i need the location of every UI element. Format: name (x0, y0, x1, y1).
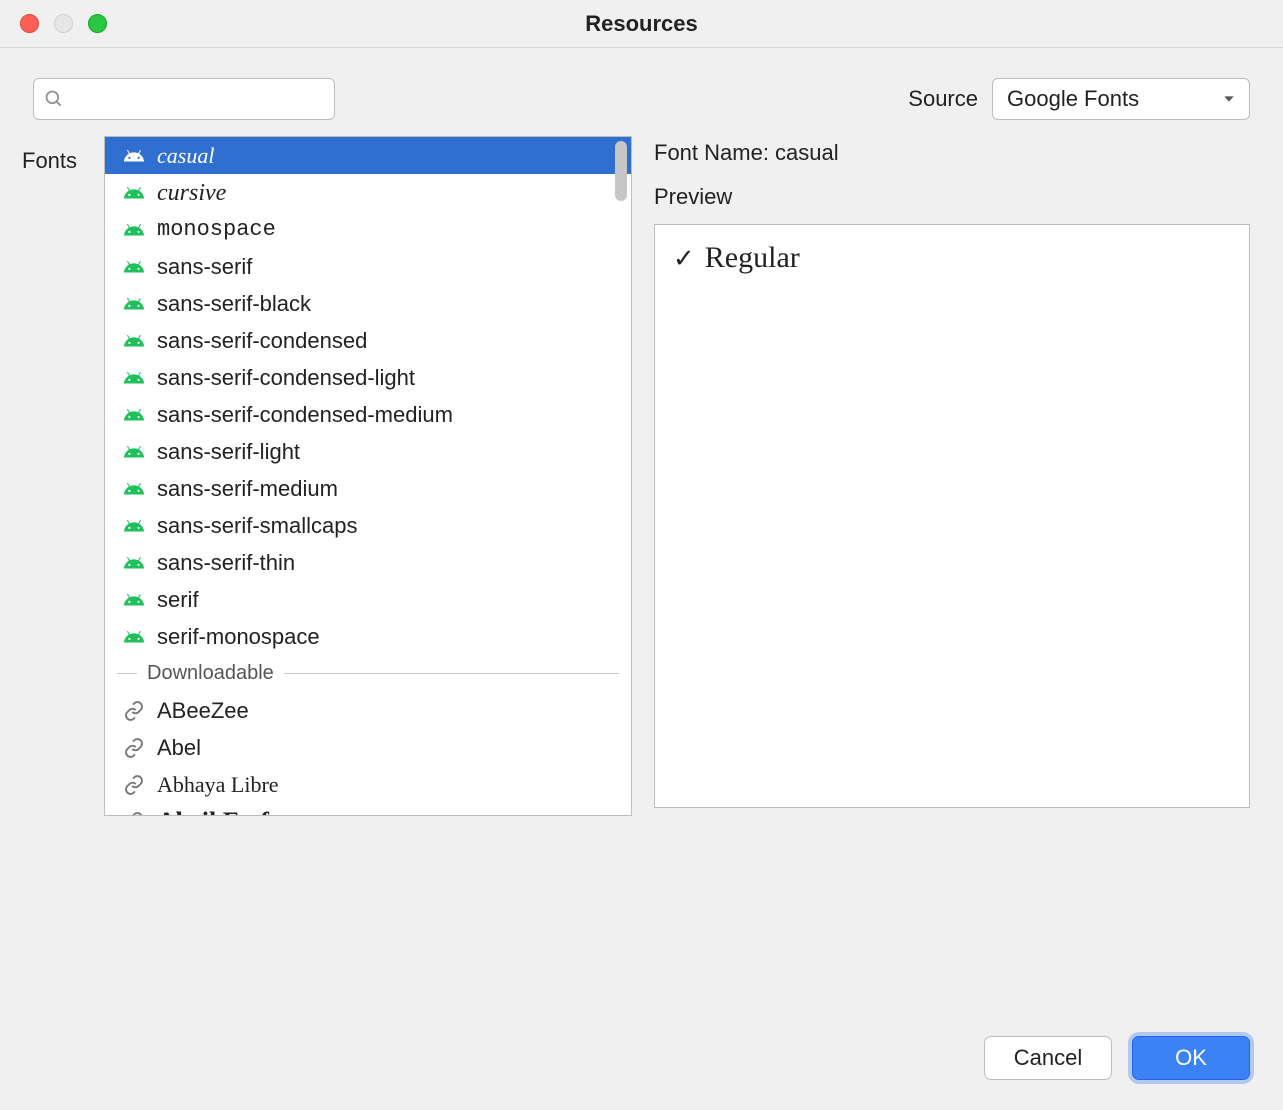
font-list: casual cursive monospace sans-serif sans-ser… (104, 136, 632, 816)
checkmark-icon: ✓ (673, 243, 695, 274)
dialog-buttons: Cancel OK (984, 1036, 1250, 1080)
android-icon (123, 256, 145, 278)
android-icon (123, 589, 145, 611)
search-input[interactable] (72, 87, 341, 112)
font-item-sans-serif-light[interactable]: sans-serif-light (105, 433, 631, 470)
font-item-sans-serif[interactable]: sans-serif (105, 248, 631, 285)
link-icon (123, 774, 145, 796)
font-name-label: sans-serif-thin (157, 552, 295, 574)
font-name-label: cursive (157, 181, 226, 205)
search-field[interactable] (33, 78, 335, 120)
minimize-window-button[interactable] (54, 14, 73, 33)
android-icon (123, 478, 145, 500)
font-name-label: ABeeZee (157, 700, 249, 722)
font-item-serif[interactable]: serif (105, 581, 631, 618)
main-content: Fonts casual cursive monospace sans-serif sa… (0, 136, 1283, 816)
font-item-casual[interactable]: casual (105, 137, 631, 174)
preview-item-label: Regular (705, 241, 800, 275)
font-item-abril-fatface[interactable]: Abril Fatface (105, 803, 631, 815)
android-icon (123, 219, 145, 241)
source-label: Source (908, 86, 978, 112)
font-item-sans-serif-condensed-medium[interactable]: sans-serif-condensed-medium (105, 396, 631, 433)
link-icon (123, 811, 145, 816)
cancel-button[interactable]: Cancel (984, 1036, 1112, 1080)
android-icon (123, 145, 145, 167)
android-icon (123, 515, 145, 537)
font-list-scroll[interactable]: casual cursive monospace sans-serif sans-ser… (105, 137, 631, 815)
scrollbar-thumb[interactable] (615, 141, 627, 201)
font-item-sans-serif-medium[interactable]: sans-serif-medium (105, 470, 631, 507)
font-item-monospace[interactable]: monospace (105, 211, 631, 248)
chevron-down-icon (1221, 91, 1237, 107)
font-item-abel[interactable]: Abel (105, 729, 631, 766)
font-item-sans-serif-smallcaps[interactable]: sans-serif-smallcaps (105, 507, 631, 544)
source-selected: Google Fonts (1007, 86, 1139, 112)
android-icon (123, 552, 145, 574)
window-title: Resources (0, 11, 1283, 37)
section-header-label: Downloadable (147, 662, 274, 685)
zoom-window-button[interactable] (88, 14, 107, 33)
android-icon (123, 404, 145, 426)
font-name-label: Font Name: (654, 140, 775, 165)
search-icon (44, 89, 64, 109)
font-name-label: casual (157, 145, 214, 167)
font-item-abeezee[interactable]: ABeeZee (105, 692, 631, 729)
titlebar: Resources (0, 0, 1283, 48)
link-icon (123, 737, 145, 759)
source-dropdown[interactable]: Google Fonts (992, 78, 1250, 120)
preview-item-regular[interactable]: ✓ Regular (673, 241, 1231, 275)
android-icon (123, 626, 145, 648)
font-item-sans-serif-thin[interactable]: sans-serif-thin (105, 544, 631, 581)
link-icon (123, 700, 145, 722)
font-name-label: Abel (157, 737, 201, 759)
window-controls (20, 14, 107, 33)
font-name-label: sans-serif-black (157, 293, 311, 315)
font-item-sans-serif-condensed[interactable]: sans-serif-condensed (105, 322, 631, 359)
font-name-label: sans-serif-condensed-light (157, 367, 415, 389)
font-item-sans-serif-condensed-light[interactable]: sans-serif-condensed-light (105, 359, 631, 396)
top-controls-row: Source Google Fonts (0, 48, 1283, 136)
ok-button[interactable]: OK (1132, 1036, 1250, 1080)
font-name-label: Abhaya Libre (157, 774, 279, 796)
font-name-row: Font Name: casual (654, 140, 1250, 166)
font-name-label: serif (157, 589, 199, 611)
section-header-downloadable: Downloadable (105, 655, 631, 692)
android-icon (123, 330, 145, 352)
font-name-label: sans-serif-smallcaps (157, 515, 358, 537)
close-window-button[interactable] (20, 14, 39, 33)
font-name-label: monospace (157, 219, 276, 241)
font-name-label: sans-serif-light (157, 441, 300, 463)
font-name-label: Abril Fatface (157, 809, 305, 816)
android-icon (123, 182, 145, 204)
font-name-label: sans-serif-condensed (157, 330, 367, 352)
source-control: Source Google Fonts (908, 78, 1250, 120)
left-column: Fonts casual cursive monospace sans-serif sa… (22, 136, 632, 816)
font-name-label: sans-serif-condensed-medium (157, 404, 453, 426)
android-icon (123, 441, 145, 463)
font-name-value: casual (775, 140, 839, 165)
font-item-abhaya-libre[interactable]: Abhaya Libre (105, 766, 631, 803)
font-name-label: serif-monospace (157, 626, 320, 648)
font-item-sans-serif-black[interactable]: sans-serif-black (105, 285, 631, 322)
font-name-label: sans-serif (157, 256, 252, 278)
right-column: Font Name: casual Preview ✓ Regular (654, 136, 1250, 816)
android-icon (123, 367, 145, 389)
font-item-serif-monospace[interactable]: serif-monospace (105, 618, 631, 655)
font-item-cursive[interactable]: cursive (105, 174, 631, 211)
font-name-label: sans-serif-medium (157, 478, 338, 500)
preview-label: Preview (654, 184, 1250, 210)
preview-box: ✓ Regular (654, 224, 1250, 808)
fonts-label: Fonts (22, 148, 98, 174)
android-icon (123, 293, 145, 315)
